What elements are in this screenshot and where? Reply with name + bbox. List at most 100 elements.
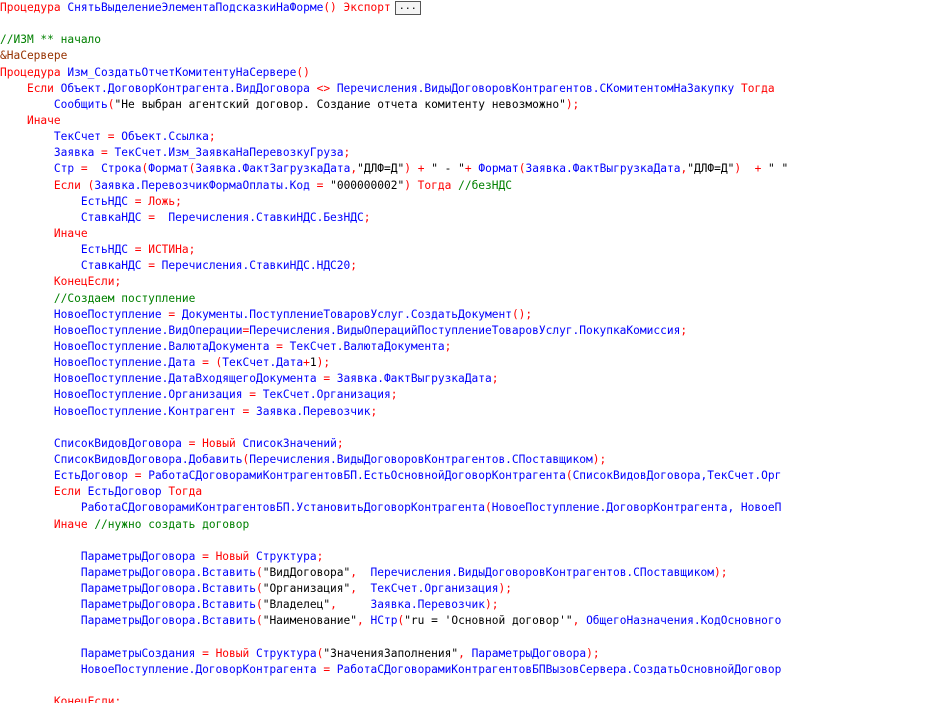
code-line[interactable]: Иначе — [0, 226, 930, 242]
code-line[interactable]: Иначе //нужно создать договор — [0, 517, 930, 533]
code-token: "ДЛФ=Д" — [357, 162, 405, 176]
code-line[interactable]: ТекСчет = Объект.Ссылка; — [0, 129, 930, 145]
code-token: ТекСчет.ВалютаДокумента — [289, 339, 445, 353]
code-line[interactable]: Стр = Строка(Формат(Заявка.ФактЗагрузкаД… — [0, 161, 930, 177]
code-line[interactable]: НовоеПоступление.ДоговорКонтрагента = Ра… — [0, 662, 930, 678]
code-token: Иначе — [53, 517, 95, 531]
code-token: Иначе — [53, 226, 88, 240]
code-token: Ложь — [148, 194, 176, 208]
code-token: ; — [114, 275, 122, 289]
code-line[interactable]: ПараметрыДоговора.Вставить("Наименование… — [0, 613, 930, 629]
code-token: Сообщить — [53, 97, 108, 111]
code-token: Заявка.ФактВыгрузкаДата — [336, 372, 492, 386]
code-token: "Владелец" — [262, 598, 331, 612]
code-token: ); — [592, 452, 607, 466]
code-line[interactable]: СтавкаНДС = Перечисления.СтавкиНДС.НДС20… — [0, 258, 930, 274]
code-token: СтавкаНДС — [80, 210, 149, 224]
code-line[interactable]: НовоеПоступление.Организация = ТекСчет.О… — [0, 387, 930, 403]
code-line[interactable]: ЕстьНДС = ИСТИНа; — [0, 242, 930, 258]
code-line[interactable]: СтавкаНДС = Перечисления.СтавкиНДС.БезНД… — [0, 210, 930, 226]
code-token: Заявка.ФактЗагрузкаДата — [195, 162, 351, 176]
code-line[interactable]: НовоеПоступление.ДатаВходящегоДокумента … — [0, 371, 930, 387]
code-token: = — [168, 307, 182, 321]
code-line[interactable]: СписокВидовДоговора.Добавить(Перечислени… — [0, 452, 930, 468]
code-line[interactable]: ПараметрыДоговора = Новый Структура; — [0, 549, 930, 565]
code-line[interactable]: КонецЕсли; — [0, 274, 930, 290]
code-line[interactable] — [0, 629, 930, 645]
code-token: = — [101, 146, 115, 160]
code-token: РаботаСДоговорамиКонтрагентовБПВызовСерв… — [336, 662, 782, 676]
code-token: Перечисления.ВидыДоговоровКонтрагентов.С… — [249, 452, 593, 466]
code-line[interactable]: НовоеПоступление.ВидОперации=Перечислени… — [0, 323, 930, 339]
code-token: Перечисления.ВидыОперацийПоступлениеТова… — [249, 323, 681, 337]
code-token: СнятьВыделениеЭлементаПодсказкиНаФорме — [67, 1, 324, 14]
code-line[interactable] — [0, 678, 930, 694]
code-token: , — [572, 614, 587, 628]
code-token: Заявка.Перевозчик — [370, 598, 485, 612]
code-line[interactable]: Иначе — [0, 113, 930, 129]
code-token: КонецЕсли — [53, 275, 115, 289]
code-token: Формат — [478, 162, 519, 176]
code-token: , — [458, 646, 472, 660]
code-line[interactable]: КонецЕсли; — [0, 694, 930, 703]
code-token: Изм_СоздатьОтчетКомитентуНаСервере — [67, 65, 297, 79]
code-token: ПараметрыДоговора.Вставить — [80, 582, 256, 596]
code-line[interactable]: ЕстьДоговор = РаботаСДоговорамиКонтраген… — [0, 468, 930, 484]
code-line[interactable]: //ИЗМ ** начало — [0, 32, 930, 48]
code-token: = — [276, 339, 290, 353]
code-line[interactable]: Если (Заявка.ПеревозчикФормаОплаты.Код =… — [0, 178, 930, 194]
code-token: "ЗначенияЗаполнения" — [323, 646, 459, 660]
code-line[interactable]: Процедура СнятьВыделениеЭлементаПодсказк… — [0, 0, 930, 16]
code-line[interactable]: Заявка = ТекСчет.Изм_ЗаявкаНаПеревозкуГр… — [0, 145, 930, 161]
code-line[interactable]: СписокВидовДоговора = Новый СписокЗначен… — [0, 436, 930, 452]
code-token: НовоеПоступление.ВалютаДокумента — [53, 339, 277, 353]
code-line[interactable]: ПараметрыДоговора.Вставить("Владелец", З… — [0, 597, 930, 613]
code-line[interactable]: Сообщить("Не выбран агентский договор. С… — [0, 97, 930, 113]
code-token: Тогда — [740, 81, 775, 95]
code-token: = — [188, 436, 203, 450]
code-token: ЕстьНДС — [80, 243, 135, 257]
code-token: = — [323, 372, 337, 386]
code-line[interactable]: НовоеПоступление.ВалютаДокумента = ТекСч… — [0, 339, 930, 355]
code-line[interactable]: РаботаСДоговорамиКонтрагентовБП.Установи… — [0, 500, 930, 516]
code-line[interactable]: ПараметрыСоздания = Новый Структура("Зна… — [0, 646, 930, 662]
code-token: ; — [363, 210, 371, 224]
code-token: Стр — [53, 162, 81, 176]
code-token: ); — [586, 646, 600, 660]
code-token: ПараметрыДоговора.Вставить — [80, 565, 256, 579]
code-line[interactable]: ПараметрыДоговора.Вставить("Организация"… — [0, 581, 930, 597]
code-line[interactable]: НовоеПоступление = Документы.Поступление… — [0, 307, 930, 323]
code-token: ; — [316, 549, 324, 563]
ellipsis-button[interactable]: ... — [394, 1, 421, 15]
code-line[interactable]: НовоеПоступление.Дата = (ТекСчет.Дата+1)… — [0, 355, 930, 371]
code-token: ( — [484, 501, 492, 515]
code-line[interactable] — [0, 16, 930, 32]
code-line[interactable]: ПараметрыДоговора.Вставить("ВидДоговора"… — [0, 565, 930, 581]
code-line[interactable]: Если Объект.ДоговорКонтрагента.ВидДогово… — [0, 81, 930, 97]
code-line[interactable] — [0, 420, 930, 436]
code-token: "000000002" — [330, 178, 405, 192]
code-line[interactable]: Если ЕстьДоговор Тогда — [0, 484, 930, 500]
code-token: НовоеПоступление.ДатаВходящегоДокумента — [53, 372, 324, 386]
code-token: 1 — [309, 356, 317, 370]
code-line[interactable]: &НаСервере — [0, 48, 930, 64]
code-line[interactable]: Процедура Изм_СоздатьОтчетКомитентуНаСер… — [0, 65, 930, 81]
code-token: ) + — [734, 162, 769, 176]
code-token: Перечисления.СтавкиНДС.БезНДС — [168, 210, 364, 224]
code-line[interactable]: ЕстьНДС = Ложь; — [0, 194, 930, 210]
code-line[interactable] — [0, 533, 930, 549]
code-line[interactable]: //Создаем поступление — [0, 291, 930, 307]
code-line[interactable]: НовоеПоступление.Контрагент = Заявка.Пер… — [0, 404, 930, 420]
code-editor[interactable]: Процедура СнятьВыделениеЭлементаПодсказк… — [0, 0, 930, 703]
code-token: ( — [107, 97, 115, 111]
